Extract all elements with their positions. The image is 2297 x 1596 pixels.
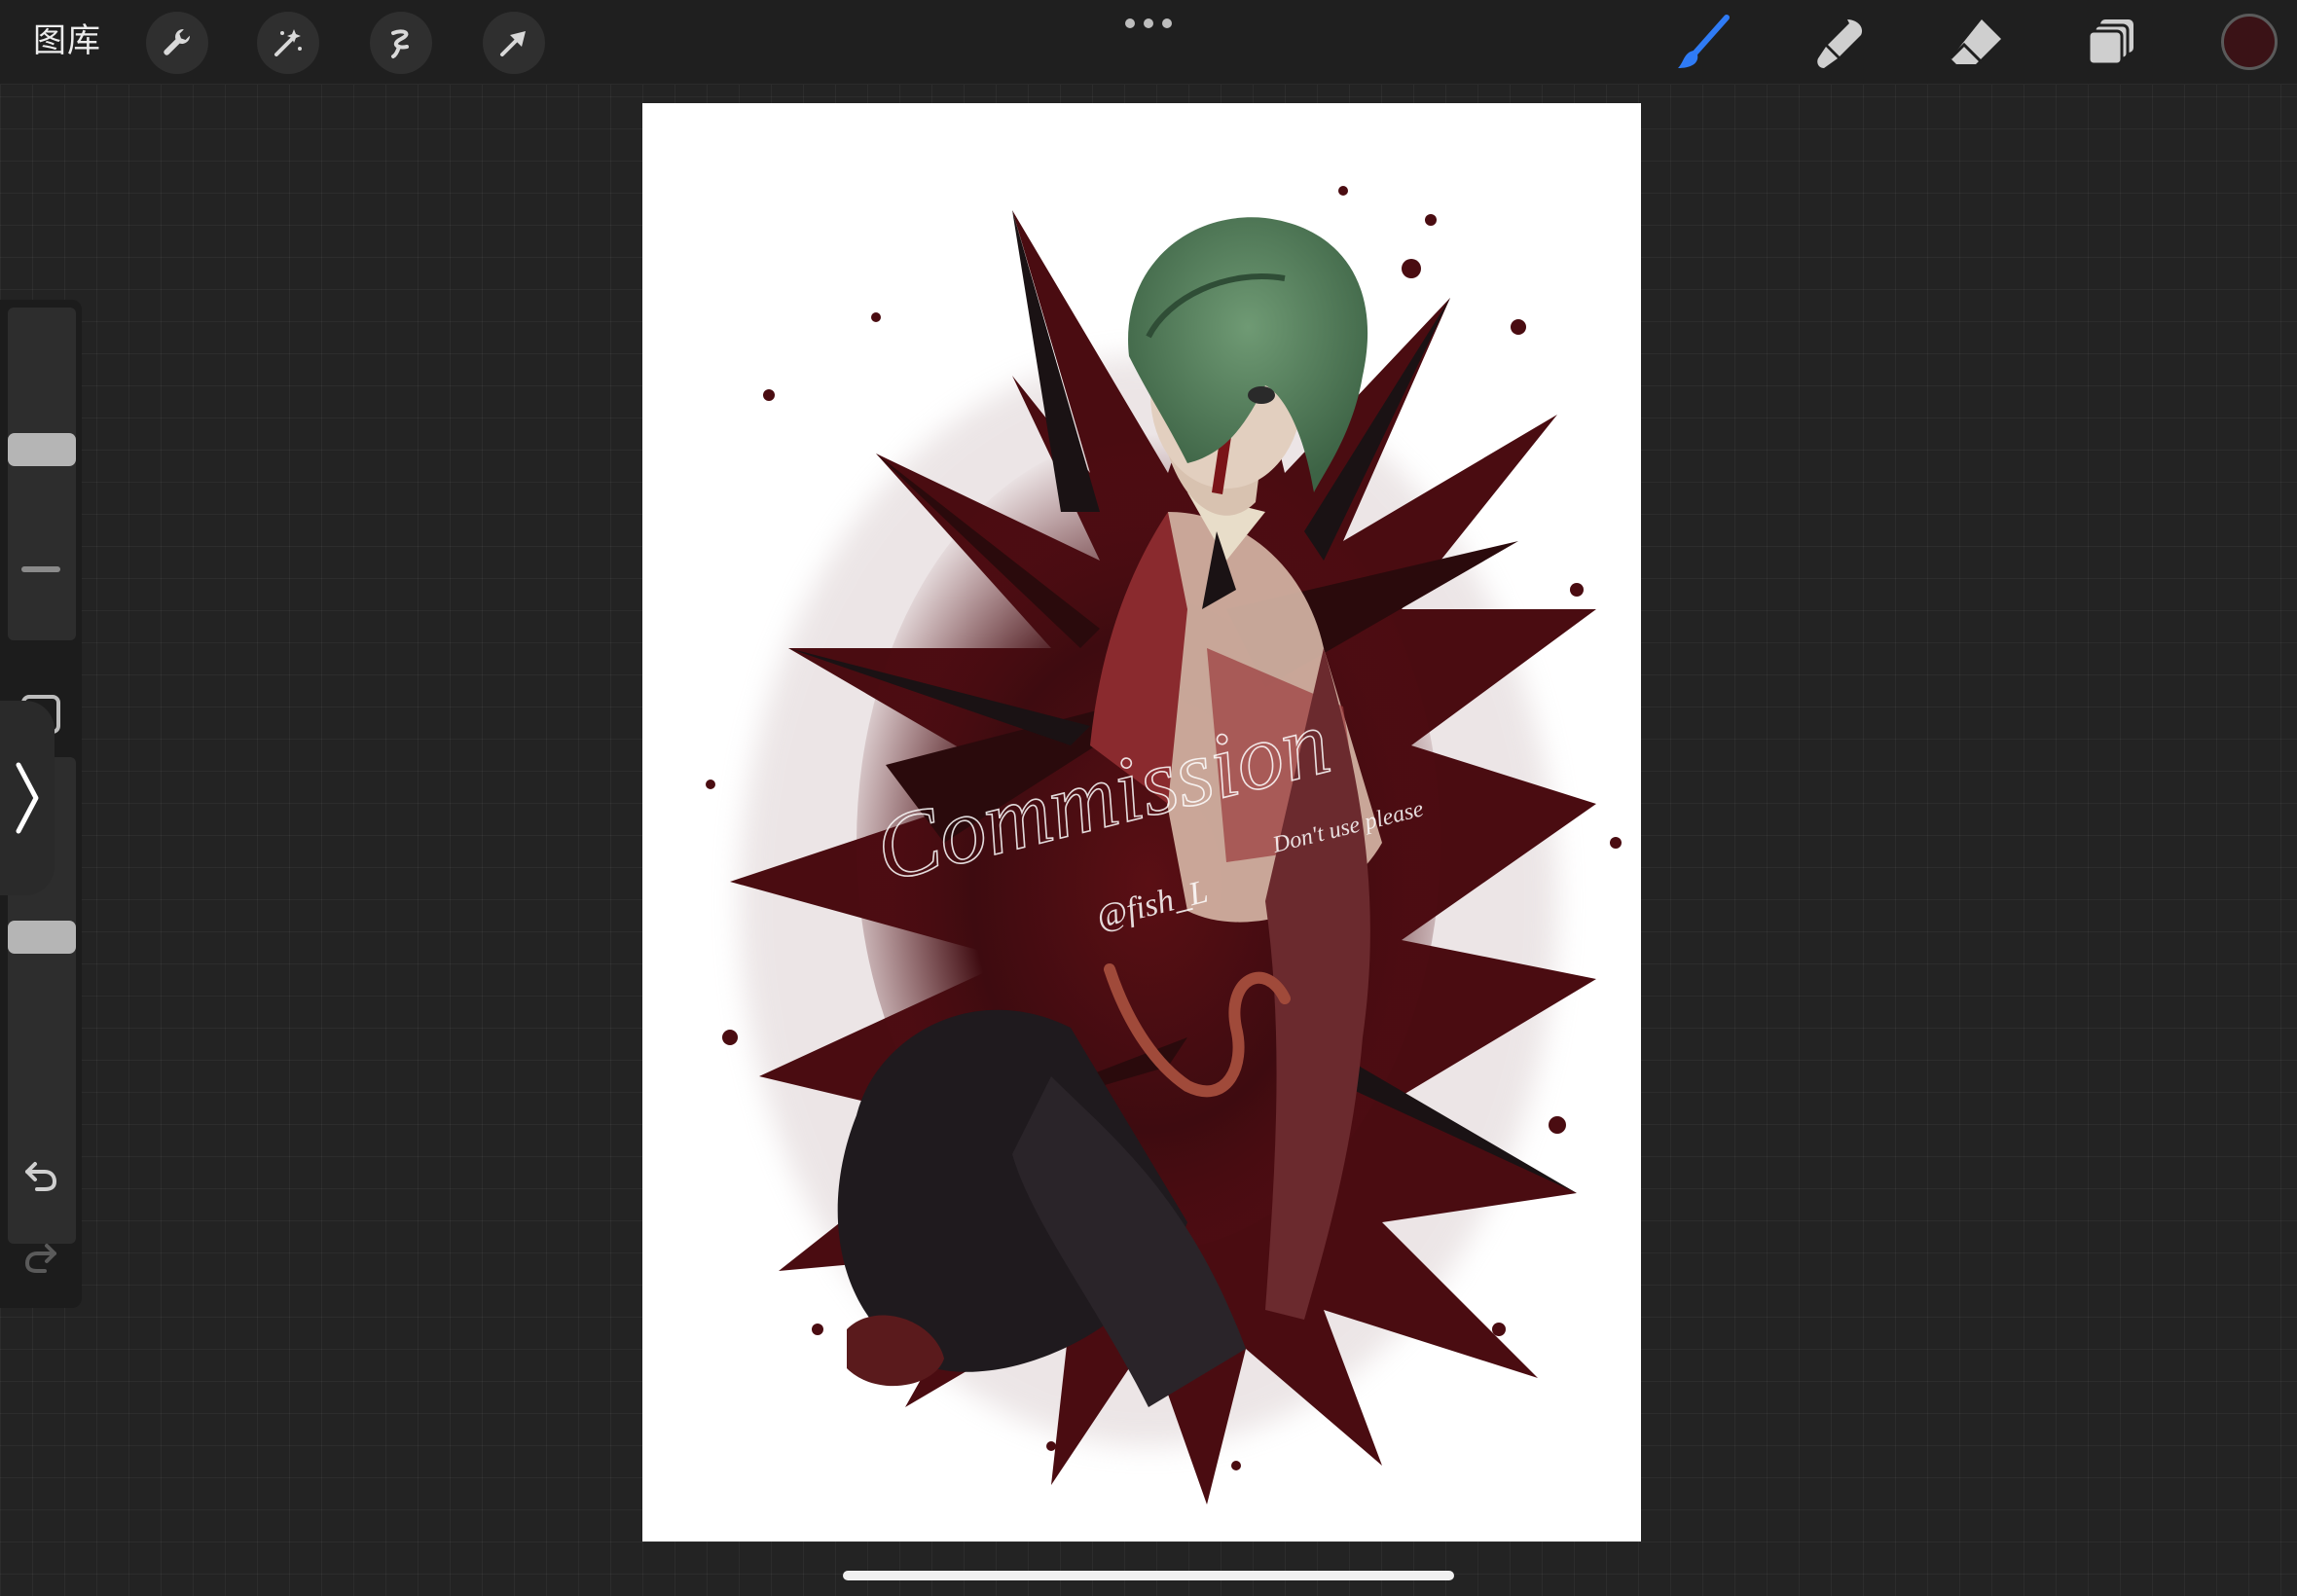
dot: [1162, 18, 1172, 28]
brush-icon: [1678, 15, 1730, 68]
eraser-icon: [1949, 19, 2001, 64]
more-options-button[interactable]: [1125, 16, 1172, 31]
brush-size-thumb[interactable]: [8, 433, 76, 467]
transform-arrow-icon: [500, 31, 526, 56]
dot: [1144, 18, 1153, 28]
transform-button[interactable]: [483, 12, 545, 74]
adjustments-button[interactable]: [257, 12, 319, 74]
collapse-chevron-icon: [16, 762, 39, 834]
wrench-icon: [164, 29, 191, 55]
brush-tool-button[interactable]: [1674, 14, 1732, 72]
artwork: Commission @fish_L Don't use please: [706, 186, 1622, 1505]
home-indicator[interactable]: [843, 1571, 1454, 1580]
undo-button[interactable]: [18, 1152, 64, 1199]
drawing-canvas[interactable]: Commission @fish_L Don't use please: [642, 103, 1641, 1542]
top-toolbar: 图库: [0, 0, 2297, 85]
dot: [1125, 18, 1135, 28]
brush-size-slider[interactable]: [8, 308, 76, 640]
undo-icon: [25, 1162, 57, 1191]
redo-button[interactable]: [18, 1234, 64, 1281]
magic-wand-icon: [274, 29, 302, 56]
opacity-thumb[interactable]: [8, 920, 76, 954]
smudge-tool-button[interactable]: [1810, 14, 1869, 72]
actions-button[interactable]: [146, 12, 208, 74]
sidebar-collapse-tab[interactable]: [0, 701, 55, 895]
gallery-button[interactable]: 图库: [33, 21, 101, 60]
smudge-icon: [1817, 19, 1863, 68]
eraser-tool-button[interactable]: [1947, 14, 2005, 72]
size-indicator-icon: [21, 566, 60, 572]
selection-icon: [391, 29, 409, 58]
redo-icon: [24, 1244, 56, 1273]
layers-icon: [2087, 19, 2133, 66]
layers-button[interactable]: [2083, 14, 2141, 72]
selection-button[interactable]: [370, 12, 432, 74]
color-picker-button[interactable]: [2221, 14, 2278, 70]
